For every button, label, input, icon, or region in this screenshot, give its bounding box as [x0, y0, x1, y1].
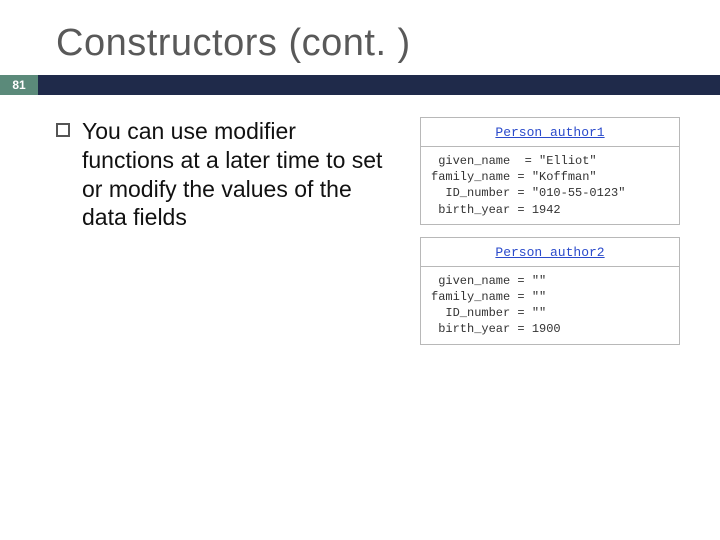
- bullet-square-icon: [56, 123, 70, 137]
- bullet-text: You can use modifier functions at a late…: [82, 117, 386, 345]
- header-bar-fill: [38, 75, 720, 95]
- object-header: Person author1: [421, 118, 679, 147]
- object-header-text: Person author2: [495, 245, 604, 260]
- header-bar: 81: [0, 75, 720, 95]
- bullet-item: You can use modifier functions at a late…: [56, 117, 386, 345]
- slide-title: Constructors (cont. ): [0, 0, 720, 75]
- diagram-column: Person author1 given_name = "Elliot" fam…: [398, 117, 702, 345]
- page-number-badge: 81: [0, 75, 38, 95]
- object-header: Person author2: [421, 238, 679, 267]
- object-header-text: Person author1: [495, 125, 604, 140]
- object-box-author2: Person author2 given_name = "" family_na…: [420, 237, 680, 345]
- object-fields: given_name = "" family_name = "" ID_numb…: [421, 267, 679, 344]
- slide-body: You can use modifier functions at a late…: [0, 95, 720, 345]
- object-box-author1: Person author1 given_name = "Elliot" fam…: [420, 117, 680, 225]
- object-fields: given_name = "Elliot" family_name = "Kof…: [421, 147, 679, 224]
